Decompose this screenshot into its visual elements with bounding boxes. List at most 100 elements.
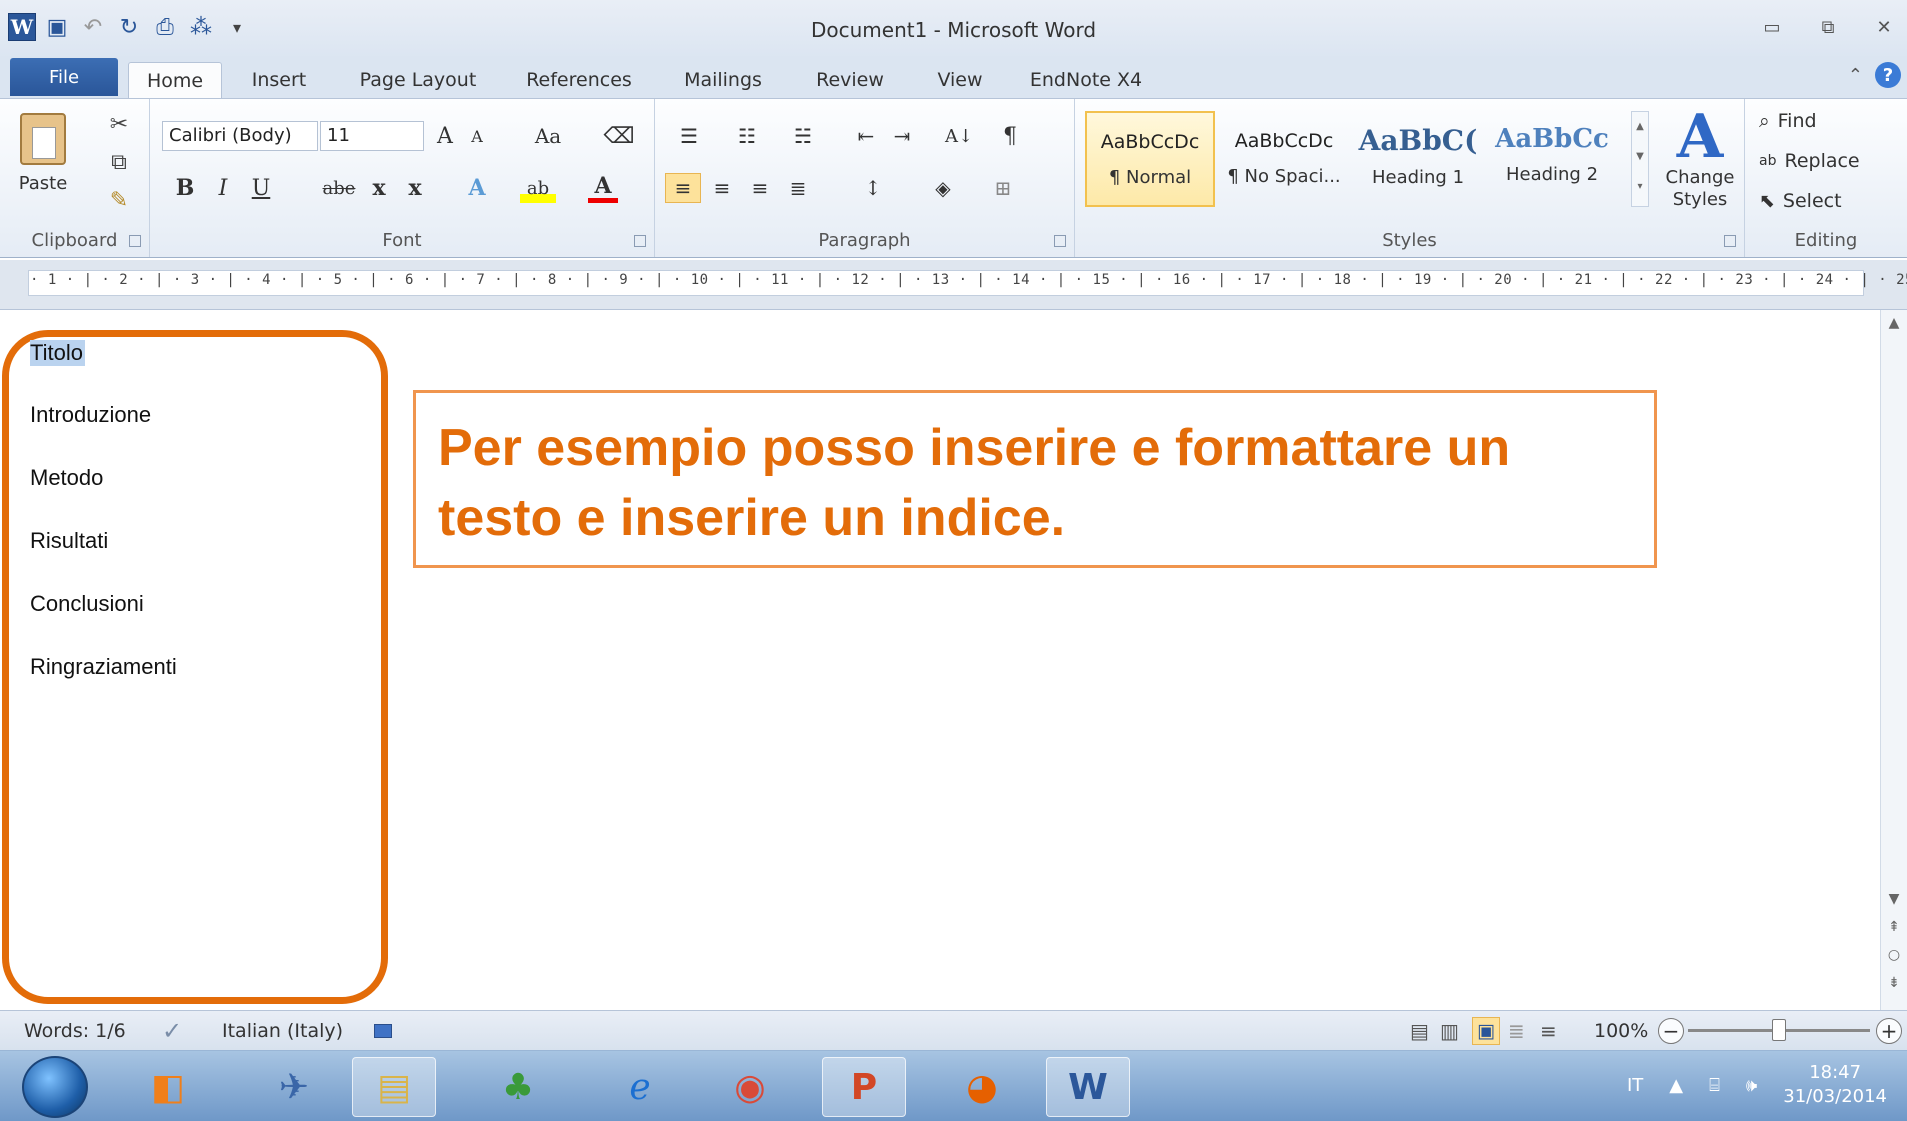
show-formatting-button[interactable]: ¶ (995, 121, 1025, 151)
word-taskbar-icon[interactable]: W (1046, 1057, 1130, 1117)
clear-formatting-icon[interactable]: ⌫ (602, 121, 636, 151)
ruler[interactable]: · 1 · | · 2 · | · 3 · | · 4 · | · 5 · | … (0, 260, 1907, 310)
multilevel-list-icon[interactable]: ☵ (783, 121, 823, 151)
language-status[interactable]: Italian (Italy) (222, 1017, 343, 1045)
align-center-icon[interactable]: ≡ (705, 173, 739, 203)
zoom-slider[interactable] (1688, 1019, 1870, 1041)
powerpoint-icon[interactable]: P (822, 1057, 906, 1117)
paragraph-launcher-icon[interactable] (1054, 235, 1066, 247)
font-family-select[interactable]: Calibri (Body) (162, 121, 318, 151)
change-case-button[interactable]: Aa (528, 121, 568, 151)
styles-gallery-scroll[interactable]: ▲ ▼ ▾ (1631, 111, 1649, 207)
font-size-select[interactable]: 11 (320, 121, 424, 151)
select-button[interactable]: ⬉ Select (1759, 185, 1842, 217)
paste-button[interactable]: Paste (8, 107, 78, 227)
toc-item[interactable]: Introduzione (30, 402, 151, 428)
highlight-button[interactable]: ab (520, 173, 556, 203)
draft-view-icon[interactable]: ≡ (1540, 1017, 1557, 1045)
firefox-icon[interactable]: ◕ (940, 1057, 1024, 1117)
change-styles-button[interactable]: A Change Styles (1655, 107, 1745, 233)
tab-mailings[interactable]: Mailings (668, 62, 778, 98)
minimize-icon[interactable]: ▭ (1759, 14, 1785, 40)
toc-item[interactable]: Risultati (30, 528, 108, 554)
tab-review[interactable]: Review (800, 62, 900, 98)
close-icon[interactable]: ✕ (1871, 14, 1897, 40)
network-icon[interactable]: ⌸ (1709, 1075, 1720, 1096)
format-painter-icon[interactable]: ✎ (104, 185, 134, 215)
tab-endnote[interactable]: EndNote X4 (1024, 62, 1148, 98)
styles-launcher-icon[interactable] (1724, 235, 1736, 247)
bold-button[interactable]: B (170, 173, 200, 203)
help-icon[interactable]: ? (1875, 62, 1901, 88)
messenger-icon[interactable]: ♣ (476, 1057, 560, 1117)
strikethrough-button[interactable]: abe (318, 173, 360, 203)
internet-explorer-icon[interactable]: e (598, 1057, 682, 1117)
zoom-level[interactable]: 100% (1594, 1017, 1648, 1045)
proofing-icon[interactable]: ✓ (162, 1017, 182, 1045)
zoom-out-icon[interactable]: − (1658, 1018, 1684, 1044)
clock[interactable]: 18:47 31/03/2014 (1783, 1061, 1887, 1109)
borders-icon[interactable]: ⊞ (981, 173, 1025, 203)
restore-icon[interactable]: ⧉ (1815, 14, 1841, 40)
browse-object-icon[interactable]: ○ (1881, 942, 1907, 968)
chrome-icon[interactable]: ◉ (708, 1057, 792, 1117)
tab-references[interactable]: References (514, 62, 644, 98)
style-no-spacing[interactable]: AaBbCcDc ¶ No Spaci... (1219, 111, 1349, 207)
web-layout-view-icon[interactable]: ▣ (1472, 1017, 1500, 1045)
toc-item[interactable]: Ringraziamenti (30, 654, 177, 680)
align-right-icon[interactable]: ≡ (743, 173, 777, 203)
justify-icon[interactable]: ≣ (781, 173, 815, 203)
numbering-icon[interactable]: ☷ (727, 121, 767, 151)
minimize-ribbon-icon[interactable]: ⌃ (1848, 65, 1863, 86)
bullets-icon[interactable]: ☰ (669, 121, 709, 151)
full-screen-view-icon[interactable]: ▥ (1440, 1017, 1459, 1045)
subscript-button[interactable]: x (364, 173, 394, 203)
superscript-button[interactable]: x (400, 173, 430, 203)
network-tool-icon[interactable]: ✈ (252, 1057, 336, 1117)
tray-expand-icon[interactable]: ▲ (1669, 1075, 1683, 1096)
media-player-icon[interactable]: ◧ (126, 1057, 210, 1117)
copy-icon[interactable]: ⧉ (104, 147, 134, 177)
next-page-icon[interactable]: ⇟ (1881, 970, 1907, 996)
zoom-slider-thumb[interactable] (1772, 1019, 1786, 1041)
shading-icon[interactable]: ◈ (921, 173, 965, 203)
increase-indent-icon[interactable]: ⇥ (887, 121, 917, 151)
find-button[interactable]: ⌕ Find (1759, 105, 1817, 137)
italic-button[interactable]: I (208, 173, 238, 203)
font-launcher-icon[interactable] (634, 235, 646, 247)
file-explorer-icon[interactable]: ▤ (352, 1057, 436, 1117)
underline-button[interactable]: U (246, 173, 276, 203)
grow-font-button[interactable]: A (430, 121, 460, 151)
decrease-indent-icon[interactable]: ⇤ (851, 121, 881, 151)
font-color-button[interactable]: A (588, 173, 618, 203)
outline-view-icon[interactable]: ≣ (1508, 1017, 1525, 1045)
shrink-font-button[interactable]: A (462, 121, 492, 151)
style-normal[interactable]: AaBbCcDc ¶ Normal (1085, 111, 1215, 207)
macro-icon[interactable] (374, 1017, 394, 1045)
toc-item[interactable]: Metodo (30, 465, 103, 491)
document-area[interactable]: Titolo Introduzione Metodo Risultati Con… (0, 310, 1880, 1010)
toc-item[interactable]: Titolo (30, 340, 85, 366)
style-heading-1[interactable]: AaBbC( Heading 1 (1353, 111, 1483, 207)
style-heading-2[interactable]: AaBbCc Heading 2 (1487, 111, 1617, 207)
tab-page-layout[interactable]: Page Layout (348, 62, 488, 98)
previous-page-icon[interactable]: ⇞ (1881, 914, 1907, 940)
toc-item[interactable]: Conclusioni (30, 591, 144, 617)
align-left-icon[interactable]: ≡ (665, 173, 701, 203)
line-spacing-icon[interactable]: ↕ (851, 173, 895, 203)
language-indicator[interactable]: IT (1627, 1075, 1643, 1096)
tab-view[interactable]: View (920, 62, 1000, 98)
text-effects-button[interactable]: A (462, 173, 492, 203)
tab-insert[interactable]: Insert (234, 62, 324, 98)
volume-icon[interactable]: 🕪 (1746, 1075, 1757, 1096)
print-layout-view-icon[interactable]: ▤ (1410, 1017, 1429, 1045)
zoom-in-icon[interactable]: + (1876, 1018, 1902, 1044)
scroll-up-icon[interactable]: ▲ (1881, 310, 1907, 336)
vertical-scrollbar[interactable]: ▲ ▼ ⇞ ○ ⇟ (1880, 310, 1907, 1010)
tab-home[interactable]: Home (128, 62, 222, 98)
tab-file[interactable]: File (10, 58, 118, 96)
clipboard-launcher-icon[interactable] (129, 235, 141, 247)
scroll-down-icon[interactable]: ▼ (1881, 886, 1907, 912)
start-button-icon[interactable] (22, 1056, 88, 1118)
sort-button[interactable]: A↓ (939, 121, 979, 151)
